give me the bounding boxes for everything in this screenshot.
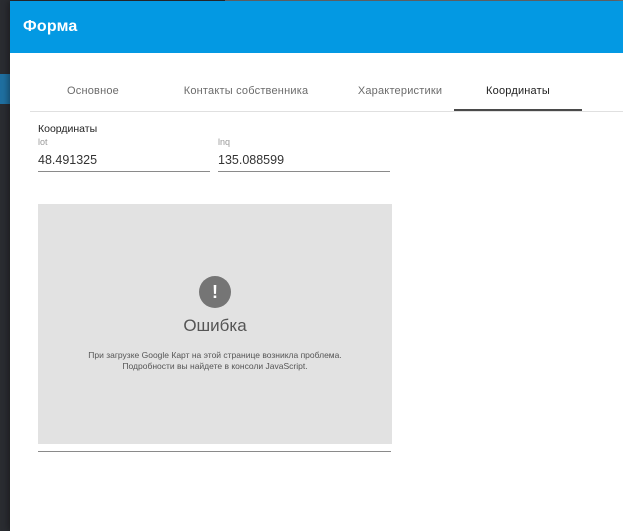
lng-field-label: lnq bbox=[218, 137, 231, 147]
map-error-message: При загрузке Google Карт на этой страниц… bbox=[88, 350, 342, 371]
lng-input[interactable] bbox=[218, 149, 390, 172]
tab-owner-contacts[interactable]: Контакты собственника bbox=[172, 73, 320, 111]
map-error-title: Ошибка bbox=[183, 316, 247, 335]
exclamation-icon: ! bbox=[199, 276, 231, 308]
lat-field-label: lot bbox=[38, 137, 48, 147]
lng-field: lnq bbox=[218, 137, 390, 173]
map-container[interactable]: ! Ошибка При загрузке Google Карт на это… bbox=[38, 204, 392, 444]
dialog-title: Форма bbox=[23, 18, 78, 35]
tab-bar: Основное Контакты собственника Характери… bbox=[30, 73, 623, 112]
form-dialog: Форма Основное Контакты собственника Хар… bbox=[10, 1, 623, 531]
tab-characteristics[interactable]: Характеристики bbox=[336, 73, 464, 111]
backdrop-nav-highlight bbox=[0, 74, 10, 104]
tab-main[interactable]: Основное bbox=[30, 73, 156, 111]
lat-field: lot bbox=[38, 137, 210, 173]
tab-coordinates[interactable]: Координаты bbox=[454, 73, 582, 111]
lat-input[interactable] bbox=[38, 149, 210, 172]
map-divider bbox=[38, 451, 391, 452]
coordinates-section-label: Координаты bbox=[38, 123, 98, 135]
dialog-header: Форма bbox=[10, 1, 623, 53]
